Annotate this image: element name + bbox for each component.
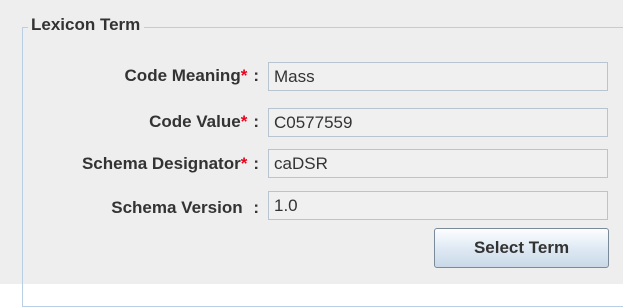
code-value-label: Code Value*: bbox=[149, 112, 259, 132]
label-colon: : bbox=[253, 154, 259, 173]
required-asterisk: * bbox=[240, 112, 248, 131]
label-colon: : bbox=[253, 66, 259, 85]
required-asterisk: * bbox=[240, 154, 248, 173]
label-colon: : bbox=[253, 198, 259, 217]
group-title: Lexicon Term bbox=[28, 15, 145, 35]
code-value-field[interactable] bbox=[268, 108, 608, 137]
code-meaning-label-text: Code Meaning bbox=[124, 66, 241, 85]
schema-designator-label-text: Schema Designator bbox=[81, 154, 241, 173]
schema-designator-field[interactable] bbox=[268, 149, 608, 178]
label-colon: : bbox=[253, 112, 259, 131]
schema-version-label-text: Schema Version bbox=[111, 198, 248, 217]
schema-version-field[interactable] bbox=[268, 191, 608, 220]
schema-designator-label: Schema Designator*: bbox=[82, 154, 259, 174]
select-term-button[interactable]: Select Term bbox=[434, 228, 609, 268]
code-value-label-text: Code Value bbox=[149, 112, 241, 131]
code-meaning-field[interactable] bbox=[268, 62, 608, 91]
lexicon-term-panel: Lexicon Term Code Meaning*: Code Value*:… bbox=[0, 0, 623, 307]
schema-version-label: Schema Version : bbox=[111, 198, 259, 218]
code-meaning-label: Code Meaning*: bbox=[125, 66, 259, 86]
required-asterisk: * bbox=[240, 66, 248, 85]
